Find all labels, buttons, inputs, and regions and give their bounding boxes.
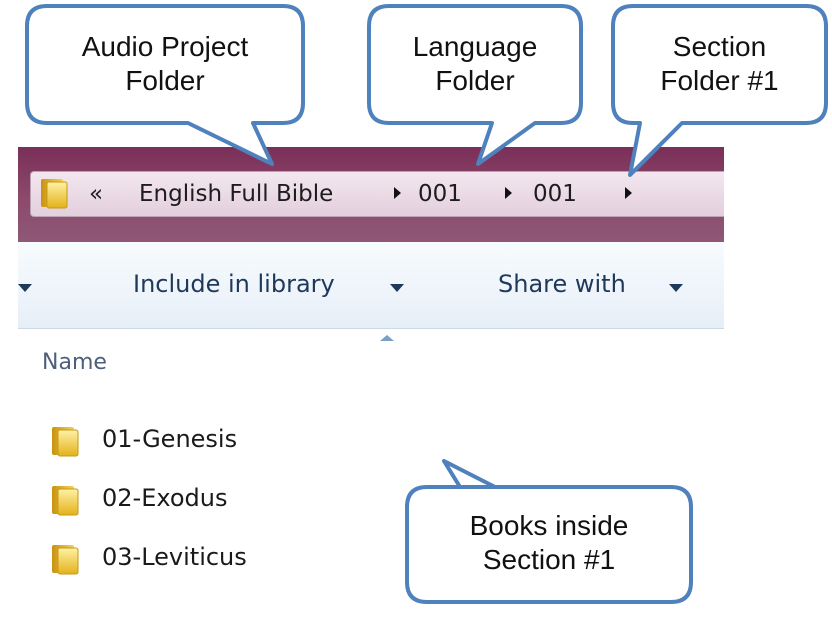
callout-line: Section xyxy=(672,31,767,62)
callout-section: Section Folder #1 xyxy=(613,30,826,98)
callout-line: Language xyxy=(412,31,538,62)
callout-line: Folder #1 xyxy=(660,65,779,96)
callout-language: Language Folder xyxy=(369,30,581,98)
callout-line: Books inside xyxy=(469,510,629,541)
callout-line: Folder xyxy=(435,65,515,96)
callout-line: Section #1 xyxy=(482,544,616,575)
callout-audio-project: Audio Project Folder xyxy=(27,30,303,98)
callout-line: Audio Project xyxy=(81,31,249,62)
callout-books: Books inside Section #1 xyxy=(407,509,691,577)
callout-line: Folder xyxy=(125,65,205,96)
